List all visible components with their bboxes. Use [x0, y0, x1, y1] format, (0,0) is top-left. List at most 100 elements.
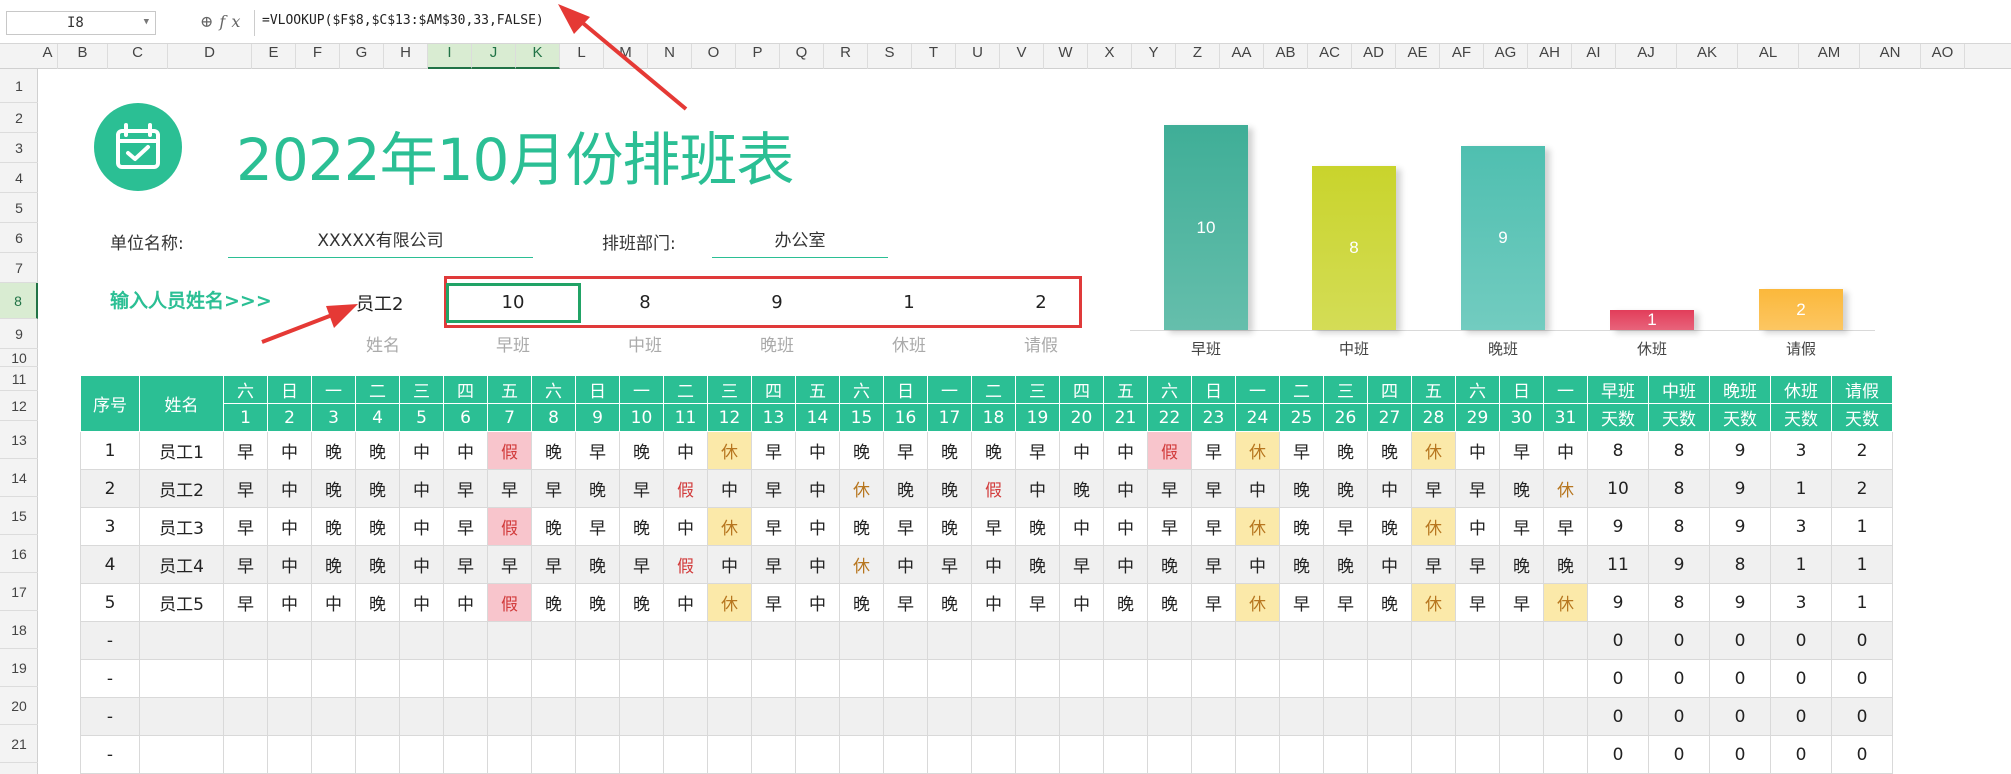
row-seq[interactable]: 4: [80, 545, 140, 584]
stat-cell[interactable]: 0: [1831, 659, 1893, 698]
stat-cell[interactable]: 8: [1648, 507, 1710, 546]
shift-cell[interactable]: 晚: [1499, 545, 1544, 584]
shift-cell[interactable]: [1323, 697, 1368, 736]
row-header-10[interactable]: 10: [0, 349, 38, 367]
shift-cell[interactable]: [1411, 735, 1456, 774]
row-name[interactable]: 员工1: [139, 431, 224, 470]
shift-cell[interactable]: [839, 697, 884, 736]
row-seq[interactable]: -: [80, 621, 140, 660]
shift-cell[interactable]: [1279, 621, 1324, 660]
shift-cell[interactable]: 早: [927, 545, 972, 584]
shift-cell[interactable]: [707, 697, 752, 736]
shift-cell[interactable]: 早: [971, 507, 1016, 546]
shift-cell[interactable]: [1103, 659, 1148, 698]
column-header-W[interactable]: W: [1044, 44, 1088, 69]
shift-cell[interactable]: [883, 621, 928, 660]
shift-cell[interactable]: [1235, 735, 1280, 774]
shift-cell[interactable]: 早: [1543, 507, 1588, 546]
stat-cell[interactable]: 9: [1709, 469, 1771, 508]
shift-cell[interactable]: 中: [1367, 545, 1412, 584]
stat-cell[interactable]: 1: [1831, 583, 1893, 622]
shift-cell[interactable]: [575, 659, 620, 698]
shift-cell[interactable]: [1411, 659, 1456, 698]
shift-cell[interactable]: 晚: [971, 431, 1016, 470]
shift-cell[interactable]: [663, 697, 708, 736]
shift-cell[interactable]: 早: [1455, 469, 1500, 508]
shift-cell[interactable]: 中: [1455, 507, 1500, 546]
shift-cell[interactable]: 早: [223, 507, 268, 546]
shift-cell[interactable]: 晚: [883, 469, 928, 508]
shift-cell[interactable]: 早: [531, 469, 576, 508]
stat-cell[interactable]: 8: [1709, 545, 1771, 584]
shift-cell[interactable]: [1015, 659, 1060, 698]
column-header-AN[interactable]: AN: [1860, 44, 1921, 69]
shift-cell[interactable]: 晚: [619, 507, 664, 546]
shift-cell[interactable]: [927, 621, 972, 660]
shift-cell[interactable]: [1367, 659, 1412, 698]
row-seq[interactable]: 2: [80, 469, 140, 508]
shift-cell[interactable]: 休: [1411, 431, 1456, 470]
stat-cell[interactable]: 8: [1648, 431, 1710, 470]
row-header-20[interactable]: 20: [0, 687, 38, 725]
shift-cell[interactable]: [751, 697, 796, 736]
summary-value-4[interactable]: 2: [976, 292, 1106, 313]
stat-cell[interactable]: 0: [1587, 659, 1649, 698]
shift-cell[interactable]: 早: [883, 507, 928, 546]
shift-cell[interactable]: 早: [1411, 469, 1456, 508]
shift-cell[interactable]: 中: [663, 583, 708, 622]
stat-cell[interactable]: 8: [1648, 583, 1710, 622]
row-name[interactable]: [139, 697, 224, 736]
stat-cell[interactable]: 9: [1648, 545, 1710, 584]
column-header-Z[interactable]: Z: [1176, 44, 1220, 69]
row-header-15[interactable]: 15: [0, 497, 38, 535]
shift-cell[interactable]: 休: [1543, 583, 1588, 622]
shift-cell[interactable]: 晚: [839, 507, 884, 546]
column-header-B[interactable]: B: [58, 44, 108, 69]
column-header-O[interactable]: O: [692, 44, 736, 69]
shift-cell[interactable]: 早: [1279, 583, 1324, 622]
shift-cell[interactable]: 早: [1191, 507, 1236, 546]
row-header-4[interactable]: 4: [0, 163, 38, 193]
shift-cell[interactable]: [1015, 697, 1060, 736]
shift-cell[interactable]: 假: [487, 583, 532, 622]
shift-cell[interactable]: 早: [1455, 583, 1500, 622]
shift-cell[interactable]: 早: [575, 431, 620, 470]
stat-cell[interactable]: 0: [1770, 735, 1832, 774]
column-header-F[interactable]: F: [296, 44, 340, 69]
shift-cell[interactable]: 休: [1543, 469, 1588, 508]
shift-cell[interactable]: [1059, 735, 1104, 774]
row-seq[interactable]: 5: [80, 583, 140, 622]
shift-cell[interactable]: [267, 659, 312, 698]
shift-cell[interactable]: 中: [1059, 583, 1104, 622]
shift-cell[interactable]: [355, 735, 400, 774]
shift-cell[interactable]: 休: [1235, 507, 1280, 546]
shift-cell[interactable]: [1279, 659, 1324, 698]
summary-value-1[interactable]: 8: [580, 292, 710, 313]
shift-cell[interactable]: 早: [619, 469, 664, 508]
shift-cell[interactable]: 中: [311, 583, 356, 622]
stat-cell[interactable]: 0: [1831, 621, 1893, 660]
shift-cell[interactable]: [1455, 697, 1500, 736]
shift-cell[interactable]: [1191, 697, 1236, 736]
shift-cell[interactable]: [487, 659, 532, 698]
shift-cell[interactable]: 早: [1015, 583, 1060, 622]
shift-cell[interactable]: 中: [1059, 507, 1104, 546]
shift-cell[interactable]: 早: [751, 583, 796, 622]
shift-cell[interactable]: [1103, 735, 1148, 774]
shift-cell[interactable]: 晚: [1147, 583, 1192, 622]
shift-cell[interactable]: 中: [1103, 545, 1148, 584]
shift-cell[interactable]: [795, 659, 840, 698]
column-header-AA[interactable]: AA: [1220, 44, 1264, 69]
shift-cell[interactable]: [1015, 735, 1060, 774]
row-name[interactable]: [139, 735, 224, 774]
chart-bar-3[interactable]: 1: [1610, 309, 1694, 330]
shift-cell[interactable]: [1323, 735, 1368, 774]
column-header-H[interactable]: H: [384, 44, 428, 69]
shift-cell[interactable]: [619, 735, 664, 774]
shift-cell[interactable]: [971, 621, 1016, 660]
stat-cell[interactable]: 2: [1831, 469, 1893, 508]
shift-cell[interactable]: 中: [795, 507, 840, 546]
stat-cell[interactable]: 0: [1709, 697, 1771, 736]
stat-cell[interactable]: 0: [1648, 735, 1710, 774]
shift-cell[interactable]: [1499, 621, 1544, 660]
